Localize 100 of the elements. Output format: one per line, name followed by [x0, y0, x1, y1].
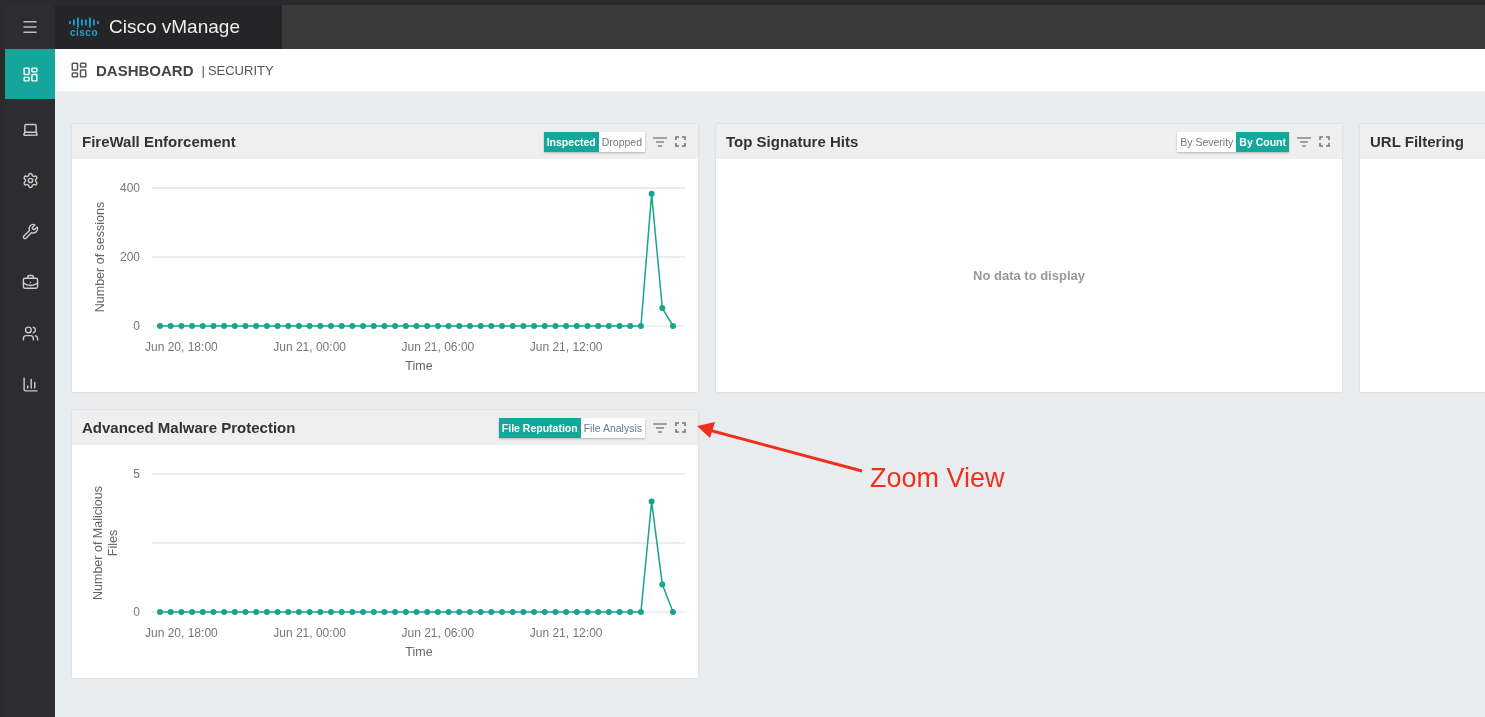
card-title: Advanced Malware Protection: [82, 419, 297, 436]
toggle-option[interactable]: File Analysis: [580, 417, 645, 438]
expand-icon: [675, 136, 686, 147]
data-point: [199, 609, 206, 615]
toggle-option[interactable]: File Reputation: [498, 417, 581, 438]
data-point: [616, 609, 623, 615]
data-point: [199, 323, 206, 329]
data-point: [274, 323, 281, 329]
page-subtitle: SECURITY: [207, 62, 274, 78]
data-point: [637, 609, 644, 615]
filter-button[interactable]: [653, 422, 667, 433]
data-point: [295, 323, 302, 329]
data-point: [605, 609, 612, 615]
data-point: [434, 323, 441, 329]
logo-text: cisco: [69, 27, 99, 38]
y-axis-title: Number of sessions: [93, 201, 107, 313]
x-tick-label: Jun 21, 06:00: [401, 340, 475, 354]
dashboard-icon: [70, 61, 88, 79]
empty-message: No data to display: [973, 268, 1085, 283]
filter-icon: [653, 422, 667, 433]
app-title: Cisco vManage: [109, 16, 240, 38]
data-point: [317, 609, 324, 615]
data-point: [648, 498, 655, 505]
expand-icon: [675, 422, 686, 433]
data-point: [285, 323, 292, 329]
users-icon: [21, 325, 39, 342]
data-point: [242, 609, 249, 615]
filter-button[interactable]: [1297, 136, 1311, 147]
data-point: [221, 323, 228, 329]
data-point: [338, 323, 345, 329]
data-point: [552, 323, 559, 329]
x-axis-title: Time: [405, 645, 433, 659]
x-tick-label: Jun 20, 18:00: [145, 340, 218, 354]
expand-icon: [1319, 136, 1330, 147]
toggle-option[interactable]: Inspected: [543, 131, 599, 152]
x-tick-label: Jun 21, 12:00: [529, 626, 603, 640]
bar-chart-icon: [21, 376, 39, 393]
page-title: DASHBOARD: [96, 61, 194, 79]
data-point: [360, 609, 367, 615]
data-point: [178, 609, 185, 615]
y-tick-label: 200: [119, 250, 140, 264]
gear-icon: [21, 172, 39, 189]
data-point: [253, 323, 260, 329]
data-point: [285, 609, 292, 615]
data-point: [445, 323, 452, 329]
data-point: [306, 609, 313, 615]
data-point: [231, 323, 238, 329]
toggle-option[interactable]: By Severity: [1177, 131, 1237, 152]
data-point: [413, 609, 420, 615]
y-tick-label: 5: [133, 467, 140, 481]
y-axis-title: Number of Malicious Files: [91, 486, 120, 600]
zoom-view-button[interactable]: [1319, 136, 1330, 147]
data-point: [563, 323, 570, 329]
card-title: Top Signature Hits: [726, 133, 860, 150]
data-point: [328, 609, 334, 615]
data-point: [659, 305, 666, 312]
data-point: [627, 609, 634, 615]
data-point: [328, 323, 334, 329]
data-point: [317, 323, 324, 329]
data-point: [424, 609, 431, 615]
y-tick-label: 0: [133, 319, 140, 333]
briefcase-icon: [21, 274, 39, 291]
y-tick-label: 400: [119, 181, 140, 195]
toggle-option[interactable]: Dropped: [598, 131, 645, 152]
x-axis-title: Time: [405, 359, 433, 373]
data-point: [456, 323, 463, 329]
data-point: [445, 609, 452, 615]
data-point: [210, 323, 217, 329]
data-point: [499, 609, 505, 615]
filter-icon: [653, 136, 667, 147]
separator: |: [201, 62, 205, 78]
data-point: [573, 323, 580, 329]
x-tick-label: Jun 20, 18:00: [145, 626, 218, 640]
data-point: [531, 609, 538, 615]
data-point: [466, 609, 473, 615]
data-point: [552, 609, 559, 615]
data-point: [627, 323, 634, 329]
data-point: [242, 323, 249, 329]
data-point: [349, 323, 356, 329]
zoom-view-button[interactable]: [675, 136, 686, 147]
data-point: [360, 323, 367, 329]
wrench-icon: [21, 223, 39, 240]
zoom-view-button[interactable]: [675, 422, 686, 433]
data-point: [659, 581, 666, 588]
toggle-option[interactable]: By Count: [1236, 131, 1289, 152]
data-point: [605, 323, 612, 329]
data-point: [509, 609, 516, 615]
data-point: [477, 609, 484, 615]
laptop-icon: [21, 121, 39, 138]
x-tick-label: Jun 21, 12:00: [529, 340, 603, 354]
data-point: [595, 323, 602, 329]
data-point: [637, 323, 644, 329]
data-point: [413, 323, 420, 329]
data-point: [616, 323, 623, 329]
filter-button[interactable]: [653, 136, 667, 147]
data-point: [466, 323, 473, 329]
x-tick-label: Jun 21, 06:00: [401, 626, 475, 640]
data-point: [402, 323, 409, 329]
data-point: [349, 609, 356, 615]
data-point: [499, 323, 505, 329]
